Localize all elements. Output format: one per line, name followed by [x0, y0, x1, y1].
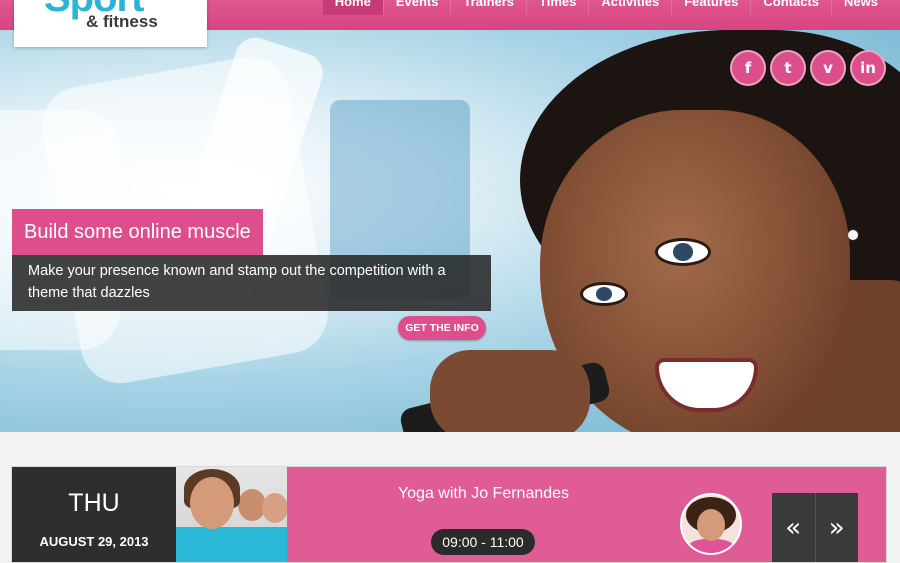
nav-item-contacts[interactable]: Contacts: [750, 0, 831, 15]
event-pager: « »: [772, 493, 858, 562]
event-date-box: THU AUGUST 29, 2013: [12, 467, 176, 562]
avatar-face: [697, 509, 725, 541]
hero-person-hand: [430, 350, 590, 432]
photo-person: [262, 493, 287, 523]
hero-person-eye: [655, 238, 711, 266]
nav-item-trainers[interactable]: Trainers: [450, 0, 526, 15]
main-navigation: Home Events Trainers Times Activities Fe…: [321, 0, 890, 15]
avatar-top: [688, 539, 734, 553]
social-links: f t v in: [730, 50, 886, 86]
twitter-icon[interactable]: t: [770, 50, 806, 86]
nav-item-home[interactable]: Home: [321, 0, 383, 15]
hero-person-eye: [580, 282, 628, 306]
event-photo: [176, 467, 287, 562]
nav-item-times[interactable]: Times: [526, 0, 588, 15]
facebook-icon[interactable]: f: [730, 50, 766, 86]
hero-title: Build some online muscle: [12, 209, 263, 255]
trainer-avatar[interactable]: [680, 493, 742, 555]
event-strip: THU AUGUST 29, 2013 Yoga with Jo Fernand…: [11, 466, 887, 563]
hero-person-earring: [848, 230, 858, 240]
event-date: AUGUST 29, 2013: [39, 534, 149, 549]
site-logo[interactable]: Sport & fitness: [14, 0, 207, 47]
nav-item-features[interactable]: Features: [671, 0, 750, 15]
nav-item-activities[interactable]: Activities: [588, 0, 671, 15]
event-info: Yoga with Jo Fernandes 09:00 - 11:00 « »: [287, 467, 886, 562]
event-title[interactable]: Yoga with Jo Fernandes: [287, 485, 680, 503]
vimeo-icon[interactable]: v: [810, 50, 846, 86]
nav-item-events[interactable]: Events: [382, 0, 451, 15]
prev-arrow-icon[interactable]: «: [772, 493, 815, 562]
logo-tagline: & fitness: [86, 12, 158, 31]
nav-item-news[interactable]: News: [831, 0, 890, 15]
photo-shirts: [176, 527, 287, 562]
event-time-badge: 09:00 - 11:00: [431, 529, 535, 555]
hero-description: Make your presence known and stamp out t…: [12, 255, 491, 311]
linkedin-icon[interactable]: in: [850, 50, 886, 86]
event-day: THU: [68, 489, 120, 517]
next-arrow-icon[interactable]: »: [814, 493, 859, 562]
photo-person: [190, 477, 234, 529]
get-the-info-button[interactable]: GET THE INFO: [398, 316, 486, 340]
